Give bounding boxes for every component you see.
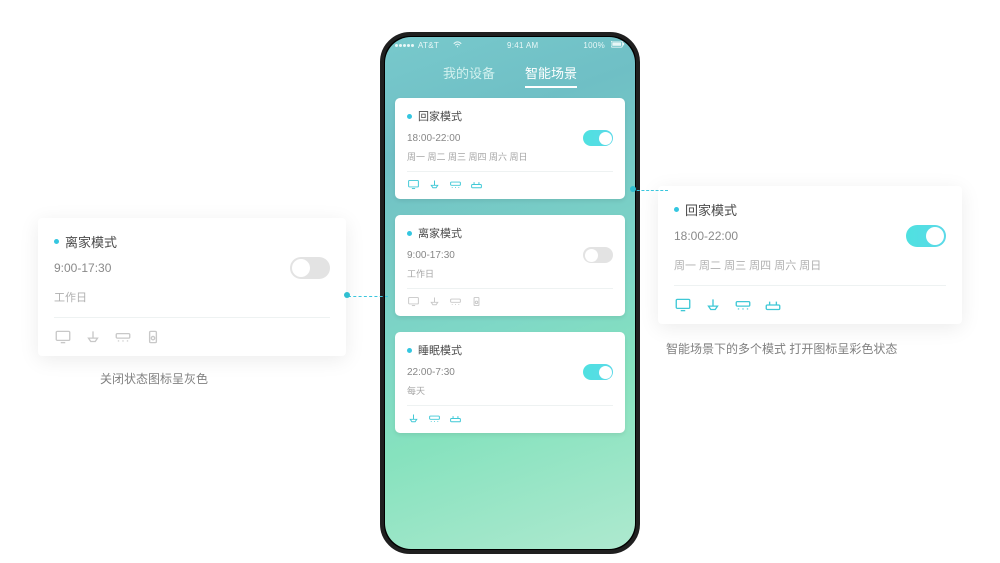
scene-time: 18:00-22:00 (674, 229, 738, 243)
wifi-icon (453, 40, 462, 51)
connector-dot-right (630, 186, 636, 192)
scene-time: 9:00-17:30 (54, 261, 111, 275)
scene-time: 9:00-17:30 (407, 250, 455, 261)
scene-title: 回家模式 (407, 108, 613, 124)
ac-icon (449, 295, 462, 308)
caption-left: 关闭状态图标呈灰色 (100, 370, 208, 387)
caption-right: 智能场景下的多个模式 打开图标呈彩色状态 (666, 340, 897, 357)
phone-screen: AT&T 9:41 AM 100% 我的设备 智能场景 回家模式 (385, 37, 635, 549)
device-icon-row (407, 288, 613, 308)
carrier-label: AT&T (418, 41, 439, 50)
device-icon-row (674, 285, 946, 314)
scene-days: 工作日 (407, 267, 613, 280)
device-icon-row (407, 171, 613, 191)
detail-card-away: 离家模式 9:00-17:30 工作日 (38, 218, 346, 356)
device-icon-row (54, 317, 330, 346)
scene-toggle[interactable] (583, 247, 613, 263)
scene-card-away[interactable]: 离家模式 9:00-17:30 工作日 (395, 215, 625, 316)
status-bar: AT&T 9:41 AM 100% (385, 37, 635, 57)
scene-title: 离家模式 (407, 225, 613, 241)
lamp-icon (704, 296, 722, 314)
scene-days: 周一 周二 周三 周四 周六 周日 (407, 150, 613, 163)
scene-card-sleep[interactable]: 睡眠模式 22:00-7:30 每天 (395, 332, 625, 433)
detail-card-home: 回家模式 18:00-22:00 周一 周二 周三 周四 周六 周日 (658, 186, 962, 324)
ac-icon (449, 178, 462, 191)
battery-label: 100% (583, 41, 605, 50)
monitor-icon (407, 178, 420, 191)
phone-frame: AT&T 9:41 AM 100% 我的设备 智能场景 回家模式 (380, 32, 640, 554)
scene-days: 每天 (407, 384, 613, 397)
router-icon (449, 412, 462, 425)
tab-devices[interactable]: 我的设备 (443, 63, 495, 88)
scene-days: 周一 周二 周三 周四 周六 周日 (674, 257, 946, 273)
speaker-icon (144, 328, 162, 346)
ac-icon (114, 328, 132, 346)
connector-dot-left (344, 292, 350, 298)
scene-toggle[interactable] (583, 364, 613, 380)
tab-scenes[interactable]: 智能场景 (525, 63, 577, 88)
scene-time: 22:00-7:30 (407, 367, 455, 378)
lamp-icon (428, 295, 441, 308)
device-icon-row (407, 405, 613, 425)
connector-left (348, 296, 388, 297)
connector-right (632, 190, 668, 191)
monitor-icon (674, 296, 692, 314)
scene-toggle[interactable] (583, 130, 613, 146)
speaker-icon (470, 295, 483, 308)
router-icon (764, 296, 782, 314)
router-icon (470, 178, 483, 191)
lamp-icon (407, 412, 420, 425)
ac-icon (734, 296, 752, 314)
scene-toggle[interactable] (906, 225, 946, 247)
scene-title: 离家模式 (54, 232, 330, 251)
scene-title: 回家模式 (674, 200, 946, 219)
monitor-icon (54, 328, 72, 346)
scene-toggle[interactable] (290, 257, 330, 279)
scene-title: 睡眠模式 (407, 342, 613, 358)
scene-card-home[interactable]: 回家模式 18:00-22:00 周一 周二 周三 周四 周六 周日 (395, 98, 625, 199)
ac-icon (428, 412, 441, 425)
lamp-icon (428, 178, 441, 191)
lamp-icon (84, 328, 102, 346)
top-tabs: 我的设备 智能场景 (385, 57, 635, 98)
scene-days: 工作日 (54, 289, 330, 305)
clock-label: 9:41 AM (507, 41, 538, 50)
signal-dots-icon (395, 44, 414, 47)
scene-time: 18:00-22:00 (407, 133, 460, 144)
monitor-icon (407, 295, 420, 308)
battery-icon (611, 41, 625, 50)
